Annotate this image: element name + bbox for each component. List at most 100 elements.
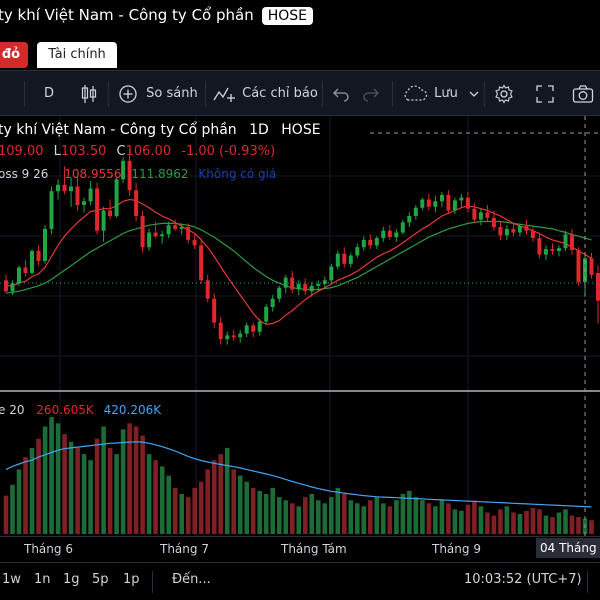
toolbar-divider: [322, 81, 323, 107]
volume-bar: [3, 495, 9, 534]
candle-body: [238, 333, 243, 338]
indicators-button[interactable]: Các chỉ báo: [212, 71, 318, 117]
save-menu-button[interactable]: [468, 71, 480, 117]
candle-body: [134, 190, 139, 216]
volume-bar: [309, 494, 315, 534]
legend-symbol: ty khí Việt Nam - Công ty Cổ phần: [0, 122, 237, 138]
volume-bar: [290, 503, 295, 535]
volume-bar: [146, 454, 152, 534]
snapshot-button[interactable]: [572, 71, 594, 117]
volume-bar: [433, 506, 438, 534]
candle-body: [335, 253, 340, 267]
candle-body: [225, 335, 230, 340]
candle-body: [342, 253, 347, 264]
volume-bar: [342, 494, 347, 534]
volume-bar: [94, 438, 100, 534]
exchange-badge[interactable]: HOSE: [261, 7, 314, 25]
candle-body: [381, 230, 386, 238]
candle-body: [355, 247, 360, 256]
volume-bar: [224, 447, 230, 534]
clock-timezone[interactable]: 10:03:52 (UTC+7): [464, 572, 582, 587]
chart-toolbar: D So sánh Các chỉ báo Lưu: [0, 70, 600, 116]
toolbar-divider: [108, 81, 109, 107]
range-5p-button[interactable]: 5p: [92, 572, 109, 587]
candle-body: [589, 258, 594, 275]
volume-bar: [530, 507, 536, 534]
candle-body: [160, 234, 165, 237]
x-tick-label: Tháng 7: [160, 542, 209, 556]
volume-bar: [472, 501, 477, 534]
candle-body: [504, 228, 509, 236]
candle-body: [394, 232, 399, 238]
candle-body: [368, 239, 373, 246]
volume-bar: [42, 426, 48, 534]
legend-volume-value: 260.605K: [36, 403, 94, 417]
candle-body: [420, 199, 425, 208]
candle-body: [108, 210, 113, 216]
volume-bar: [263, 494, 269, 534]
legend-ma-fast: 108.9556: [64, 167, 122, 181]
volume-bar: [10, 484, 15, 534]
undo-button[interactable]: [332, 71, 350, 117]
volume-bar: [277, 497, 282, 534]
camera-icon: [572, 84, 594, 103]
cloud-icon: [404, 84, 428, 101]
volume-bar: [543, 515, 549, 534]
tab-red[interactable]: đỏ: [0, 42, 28, 68]
candle-body: [303, 284, 308, 292]
volume-bar: [478, 506, 484, 534]
save-label: Lưu: [434, 86, 458, 101]
fullscreen-button[interactable]: [535, 71, 555, 117]
interval-button[interactable]: D: [44, 71, 54, 117]
candle-body: [329, 266, 334, 281]
time-axis[interactable]: Tháng 6 Tháng 7 Tháng Tám Tháng 9 04 Thá…: [0, 536, 600, 562]
redo-button[interactable]: [362, 71, 380, 117]
gear-icon: [495, 83, 513, 104]
settings-button[interactable]: [494, 71, 514, 117]
save-button[interactable]: Lưu: [402, 71, 458, 117]
volume-bar: [185, 497, 191, 534]
volume-bar: [166, 475, 171, 534]
indicators-icon: [213, 87, 235, 102]
candle-body: [524, 226, 529, 231]
legend-symbol-row: ty khí Việt Nam - Công ty Cổ phần 1D HOS…: [0, 122, 321, 138]
candle-body: [316, 284, 321, 286]
volume-bar: [120, 429, 126, 534]
goto-date-button[interactable]: Đến...: [172, 572, 211, 587]
range-1w-button[interactable]: 1w: [2, 572, 21, 587]
candle-body: [472, 208, 477, 220]
volume-bar: [16, 469, 22, 534]
candle-body: [62, 184, 67, 192]
volume-bar: [36, 438, 41, 534]
candle-body: [166, 225, 171, 235]
compare-button[interactable]: So sánh: [118, 71, 198, 117]
range-1p-button[interactable]: 1p: [123, 572, 140, 587]
legend-ma-note: Không có giá: [198, 167, 277, 181]
volume-bar: [127, 423, 132, 534]
range-1n-button[interactable]: 1n: [34, 572, 51, 587]
candle-body: [114, 179, 119, 216]
volume-bar: [172, 487, 178, 534]
volume-bar: [485, 512, 490, 534]
volume-bar: [49, 417, 54, 534]
volume-bar: [133, 426, 139, 534]
candle-body: [478, 212, 483, 220]
candle-body: [550, 249, 555, 251]
volume-bar: [556, 512, 562, 534]
volume-bar: [498, 509, 503, 534]
volume-bar: [413, 497, 419, 534]
volume-bar: [563, 509, 568, 534]
legend-volume-row: e 20 260.605K 420.206K: [0, 403, 161, 417]
candle-body: [407, 216, 412, 223]
volume-bar: [524, 510, 529, 534]
candle-body: [30, 250, 34, 273]
volume-bars: [3, 417, 594, 535]
tab-financials[interactable]: Tài chính: [37, 42, 117, 68]
candle-body: [231, 335, 236, 338]
candle-body: [361, 239, 366, 248]
x-tick-label: Tháng Tám: [281, 542, 347, 556]
candlestick-type-button[interactable]: [78, 71, 100, 117]
x-tick-label: Tháng 6: [24, 542, 73, 556]
chart-area[interactable]: ty khí Việt Nam - Công ty Cổ phần 1D HOS…: [0, 116, 600, 536]
range-1g-button[interactable]: 1g: [63, 572, 80, 587]
